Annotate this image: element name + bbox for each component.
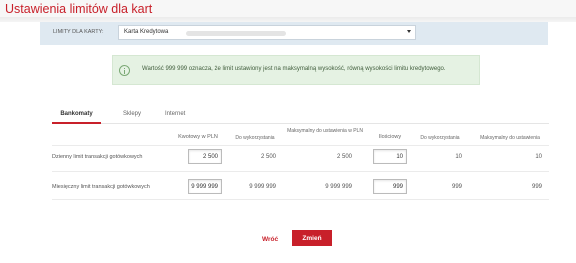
change-button-label: Zmień xyxy=(302,235,322,242)
row-divider xyxy=(52,171,549,172)
monthly-count-value: 999 xyxy=(392,184,403,190)
row-divider xyxy=(52,199,549,200)
card-select-value: Karta Kredytowa xyxy=(124,29,169,35)
monthly-amount-value: 9 999 999 xyxy=(191,184,218,190)
header-count-max: Maksymalny do ustawienia xyxy=(480,135,540,141)
daily-max: 2 500 xyxy=(336,154,352,160)
info-text: Wartość 999 999 oznacza, że limit ustawi… xyxy=(142,66,446,72)
row-daily-label: Dzienny limit transakcji gotówkowych xyxy=(52,154,143,160)
header-to-use: Do wykorzystania xyxy=(235,135,275,141)
daily-to-use: 2 500 xyxy=(260,154,276,160)
tab-bankomaty[interactable]: Bankomaty xyxy=(52,111,101,117)
info-icon xyxy=(119,65,130,76)
limit-tabs: Bankomaty Sklepy Internet xyxy=(52,107,549,124)
header-count-to-use: Do wykorzystania xyxy=(420,135,460,141)
monthly-max: 9 999 999 xyxy=(325,184,352,190)
daily-amount-value: 2 500 xyxy=(202,154,218,160)
daily-amount-input[interactable]: 2 500 xyxy=(188,149,222,164)
monthly-amount-input[interactable]: 9 999 999 xyxy=(188,179,222,194)
card-number-redacted xyxy=(186,31,286,36)
monthly-count-to-use: 999 xyxy=(451,184,462,190)
caret-down-icon xyxy=(407,30,411,33)
row-divider xyxy=(52,145,549,146)
card-filter-bar: LIMITY DLA KARTY: Karta Kredytowa xyxy=(40,22,548,45)
monthly-to-use: 9 999 999 xyxy=(249,184,276,190)
monthly-count-max: 999 xyxy=(531,184,542,190)
daily-count-input[interactable]: 10 xyxy=(373,149,407,164)
monthly-count-input[interactable]: 999 xyxy=(373,179,407,194)
daily-count-value: 10 xyxy=(396,154,403,160)
header-amount-pln: Kwotowy w PLN xyxy=(178,134,218,140)
change-button[interactable]: Zmień xyxy=(292,230,332,246)
daily-count-to-use: 10 xyxy=(455,154,462,160)
active-tab-indicator xyxy=(52,122,101,124)
header-count: Ilościowy xyxy=(378,134,402,140)
tab-sklepy[interactable]: Sklepy xyxy=(123,111,141,117)
tab-internet[interactable]: Internet xyxy=(165,111,185,117)
header-max-setting: Maksymalny do ustawienia w PLN xyxy=(287,128,363,134)
card-filter-label: LIMITY DLA KARTY: xyxy=(53,29,104,35)
row-monthly-label: Miesięczny limit transakcji gotówkowych xyxy=(52,184,150,190)
daily-count-max: 10 xyxy=(535,154,542,160)
info-message: Wartość 999 999 oznacza, że limit ustawi… xyxy=(112,55,480,85)
card-select[interactable]: Karta Kredytowa xyxy=(118,25,416,40)
page-title: Ustawienia limitów dla kart xyxy=(5,2,153,16)
back-link[interactable]: Wróć xyxy=(262,236,278,243)
